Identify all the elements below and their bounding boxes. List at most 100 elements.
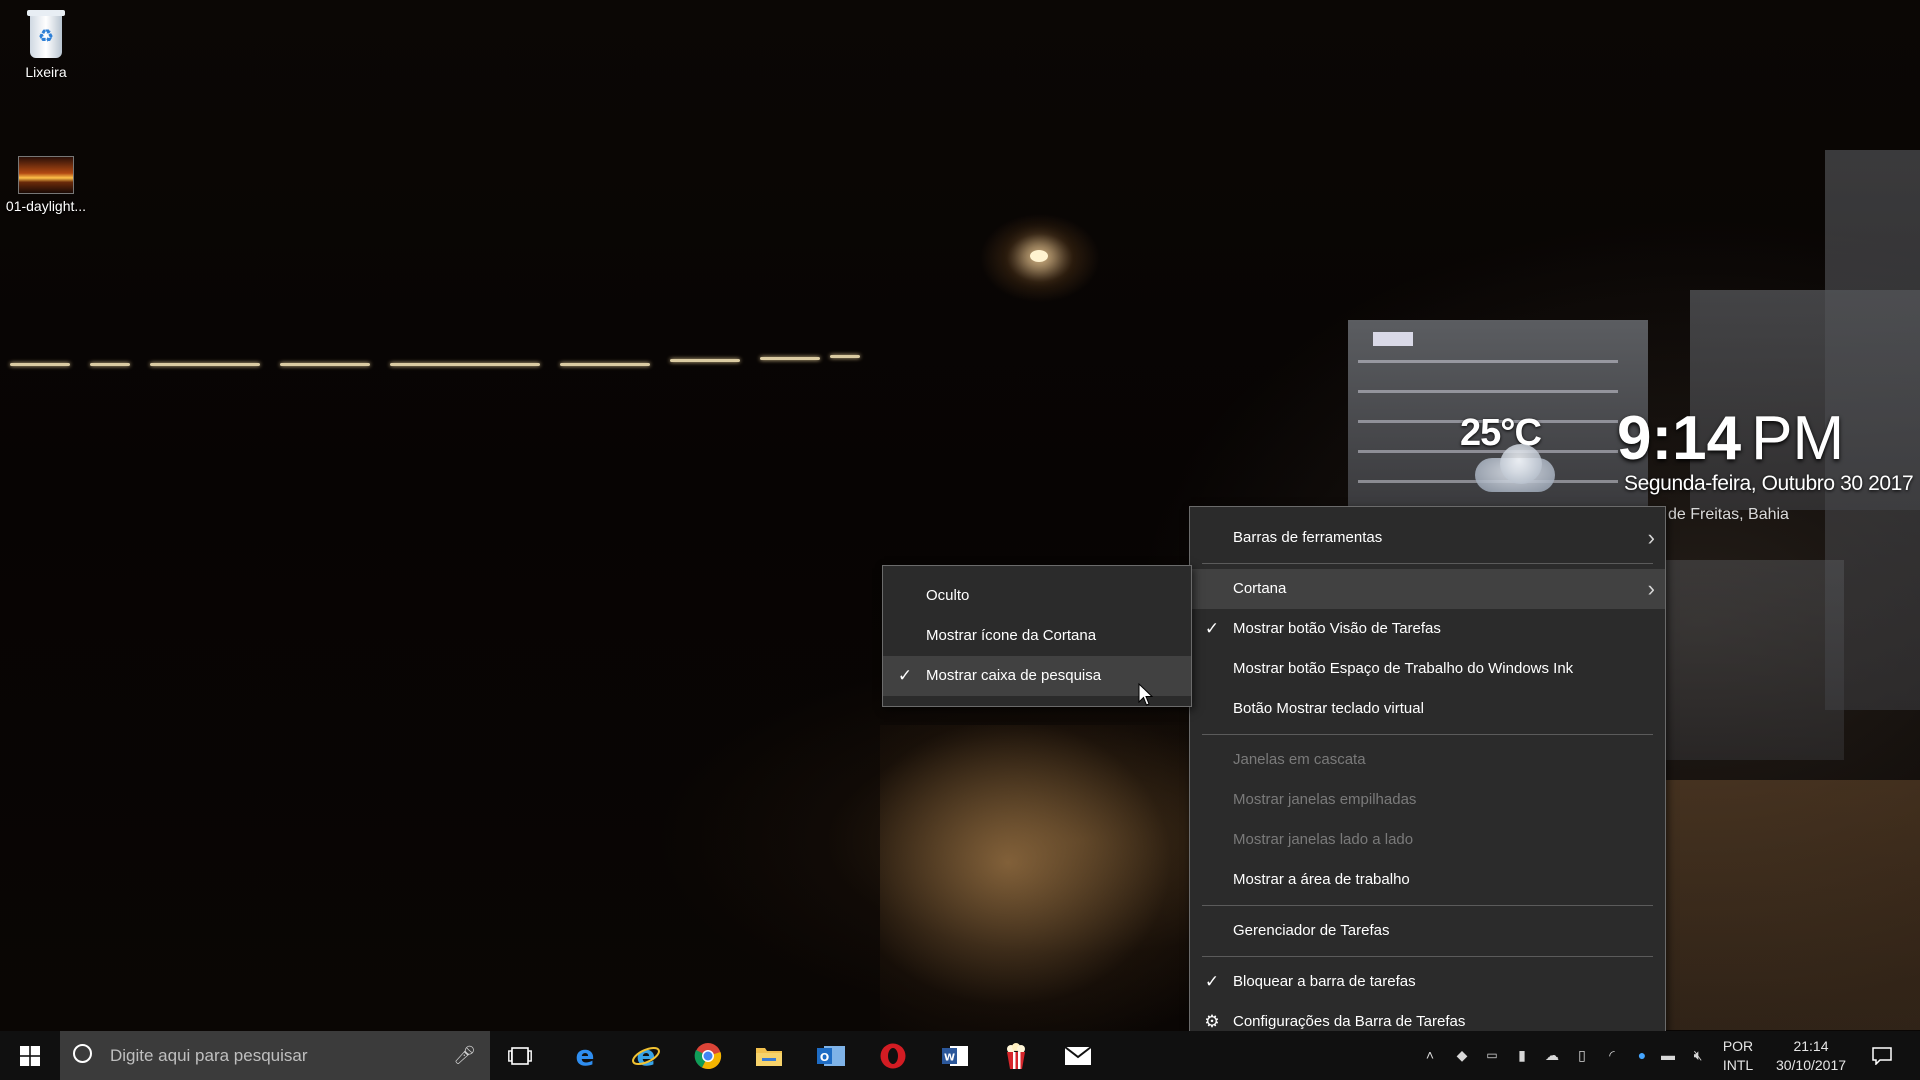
menu-item-side-by-side-windows: Mostrar janelas lado a lado (1190, 820, 1665, 860)
taskbar-app-outlook[interactable]: O (808, 1031, 854, 1080)
menu-item-label: Janelas em cascata (1233, 751, 1366, 768)
tray-monitor-icon[interactable]: ▬ (1656, 1031, 1680, 1080)
outlook-icon: O (817, 1045, 845, 1066)
beach (880, 725, 1200, 1031)
taskbar-app-file-explorer[interactable] (746, 1031, 792, 1080)
svg-text:O: O (820, 1051, 829, 1064)
file-explorer-icon (756, 1047, 782, 1066)
menu-item-label: Cortana (1233, 580, 1287, 597)
keyboard-layout: INTL (1722, 1057, 1754, 1073)
desktop-icon-label: Lixeira (25, 64, 67, 80)
wifi-icon[interactable]: ◜ (1600, 1031, 1624, 1080)
menu-item-toolbars[interactable]: Barras de ferramentas › (1190, 518, 1665, 558)
action-center-button[interactable] (1862, 1031, 1902, 1080)
tray-device-icon[interactable]: ▯ (1570, 1031, 1594, 1080)
checkmark-icon: ✓ (897, 666, 913, 685)
search-placeholder: Digite aqui para pesquisar (110, 1046, 308, 1065)
building (1664, 560, 1844, 760)
start-button[interactable] (0, 1031, 60, 1080)
show-hidden-icons-chevron-up-icon[interactable]: ˄ (1420, 1031, 1440, 1080)
desktop-icon-recycle-bin[interactable]: ♻ Lixeira (0, 8, 92, 80)
tray-network-icon[interactable]: ▭ (1480, 1031, 1504, 1080)
taskbar-app-chrome[interactable] (685, 1031, 731, 1080)
street (1660, 780, 1920, 1030)
notification-icon (1872, 1046, 1892, 1065)
svg-text:W: W (944, 1052, 955, 1063)
mail-icon (1064, 1045, 1092, 1065)
desktop-icon-image[interactable]: 01-daylight... (0, 156, 92, 214)
checkmark-icon: ✓ (1204, 619, 1220, 638)
opera-icon (880, 1043, 906, 1068)
volume-muted-icon[interactable]: 🔇︎ (1686, 1031, 1710, 1080)
submenu-item-hidden[interactable]: Oculto (883, 576, 1191, 616)
widget-time: 9:14 (1617, 404, 1742, 473)
chevron-right-icon: › (1647, 576, 1655, 601)
taskbar-app-internet-explorer[interactable]: e (623, 1031, 669, 1080)
widget-location: de Freitas, Bahia (1668, 506, 1789, 523)
language-code: POR (1722, 1038, 1754, 1054)
menu-item-label: Mostrar janelas lado a lado (1233, 831, 1414, 848)
menu-item-cascade-windows: Janelas em cascata (1190, 740, 1665, 780)
menu-item-label: Mostrar botão Espaço de Trabalho do Wind… (1233, 660, 1574, 677)
widget-ampm: PM (1751, 404, 1845, 473)
menu-separator (1202, 563, 1653, 564)
taskbar-app-mail[interactable] (1055, 1031, 1101, 1080)
taskbar-clock[interactable]: 21:14 30/10/2017 (1768, 1037, 1854, 1075)
chrome-icon (694, 1042, 722, 1069)
tray-app-icon[interactable]: ▮ (1510, 1031, 1534, 1080)
menu-item-stacked-windows: Mostrar janelas empilhadas (1190, 780, 1665, 820)
word-icon: W (942, 1045, 968, 1066)
checkmark-icon: ✓ (1204, 972, 1220, 991)
svg-text:e: e (637, 1041, 656, 1071)
input-language-indicator[interactable]: POR INTL (1716, 1037, 1760, 1075)
taskbar-app-popcorn[interactable] (993, 1031, 1039, 1080)
taskbar-app-opera[interactable] (870, 1031, 916, 1080)
image-file-icon (18, 156, 74, 194)
menu-item-label: Botão Mostrar teclado virtual (1233, 700, 1424, 717)
menu-separator (1202, 956, 1653, 957)
taskbar: Digite aqui para pesquisar 🎤︎ e e O W ˄ … (0, 1031, 1920, 1080)
cloudy-night-icon (1465, 440, 1560, 498)
widget-clock: 9:14 PM (1617, 404, 1844, 474)
menu-item-label: Bloquear a barra de tarefas (1233, 973, 1416, 990)
menu-item-cortana[interactable]: Cortana › (1190, 569, 1665, 609)
submenu-item-show-cortana-icon[interactable]: Mostrar ícone da Cortana (883, 616, 1191, 656)
taskbar-context-menu: Barras de ferramentas › Cortana › ✓ Most… (1189, 506, 1666, 1053)
menu-item-label: Configurações da Barra de Tarefas (1233, 1013, 1466, 1030)
menu-item-touch-keyboard-button[interactable]: Botão Mostrar teclado virtual (1190, 689, 1665, 729)
menu-item-task-manager[interactable]: Gerenciador de Tarefas (1190, 911, 1665, 951)
menu-item-label: Mostrar caixa de pesquisa (926, 667, 1102, 684)
onedrive-cloud-icon[interactable]: ☁ (1540, 1031, 1564, 1080)
desktop-icon-label: 01-daylight... (5, 198, 87, 214)
menu-item-windows-ink-button[interactable]: Mostrar botão Espaço de Trabalho do Wind… (1190, 649, 1665, 689)
windows-logo-icon (20, 1045, 40, 1066)
svg-text:e: e (576, 1042, 595, 1070)
chevron-right-icon: › (1647, 525, 1655, 550)
taskbar-app-edge[interactable]: e (562, 1031, 608, 1080)
widget-date: Segunda-feira, Outubro 30 2017 (1624, 472, 1914, 495)
recycle-bin-icon: ♻ (24, 8, 68, 60)
menu-item-task-view-button[interactable]: ✓ Mostrar botão Visão de Tarefas (1190, 609, 1665, 649)
menu-item-label: Barras de ferramentas (1233, 529, 1383, 546)
menu-item-label: Mostrar a área de trabalho (1233, 871, 1410, 888)
menu-item-label: Gerenciador de Tarefas (1233, 922, 1390, 939)
menu-item-lock-taskbar[interactable]: ✓ Bloquear a barra de tarefas (1190, 962, 1665, 1002)
city-lights (0, 355, 870, 377)
edge-icon: e (576, 1042, 595, 1070)
microphone-icon[interactable]: 🎤︎ (453, 1045, 476, 1066)
cortana-icon (73, 1044, 92, 1063)
menu-item-label: Mostrar janelas empilhadas (1233, 791, 1417, 808)
taskbar-time: 21:14 (1793, 1038, 1829, 1054)
tray-app-icon[interactable]: ◆ (1450, 1031, 1474, 1080)
task-view-button[interactable] (500, 1031, 540, 1080)
menu-item-show-desktop[interactable]: Mostrar a área de trabalho (1190, 860, 1665, 900)
menu-item-label: Mostrar botão Visão de Tarefas (1233, 620, 1441, 637)
internet-explorer-icon: e (632, 1041, 660, 1071)
popcorn-icon (1007, 1042, 1025, 1069)
task-view-icon (508, 1046, 532, 1065)
taskbar-date: 30/10/2017 (1775, 1057, 1847, 1073)
search-box[interactable]: Digite aqui para pesquisar 🎤︎ (60, 1031, 490, 1080)
tray-app-icon[interactable]: ● (1630, 1031, 1654, 1080)
taskbar-app-word[interactable]: W (932, 1031, 978, 1080)
menu-separator (1202, 734, 1653, 735)
